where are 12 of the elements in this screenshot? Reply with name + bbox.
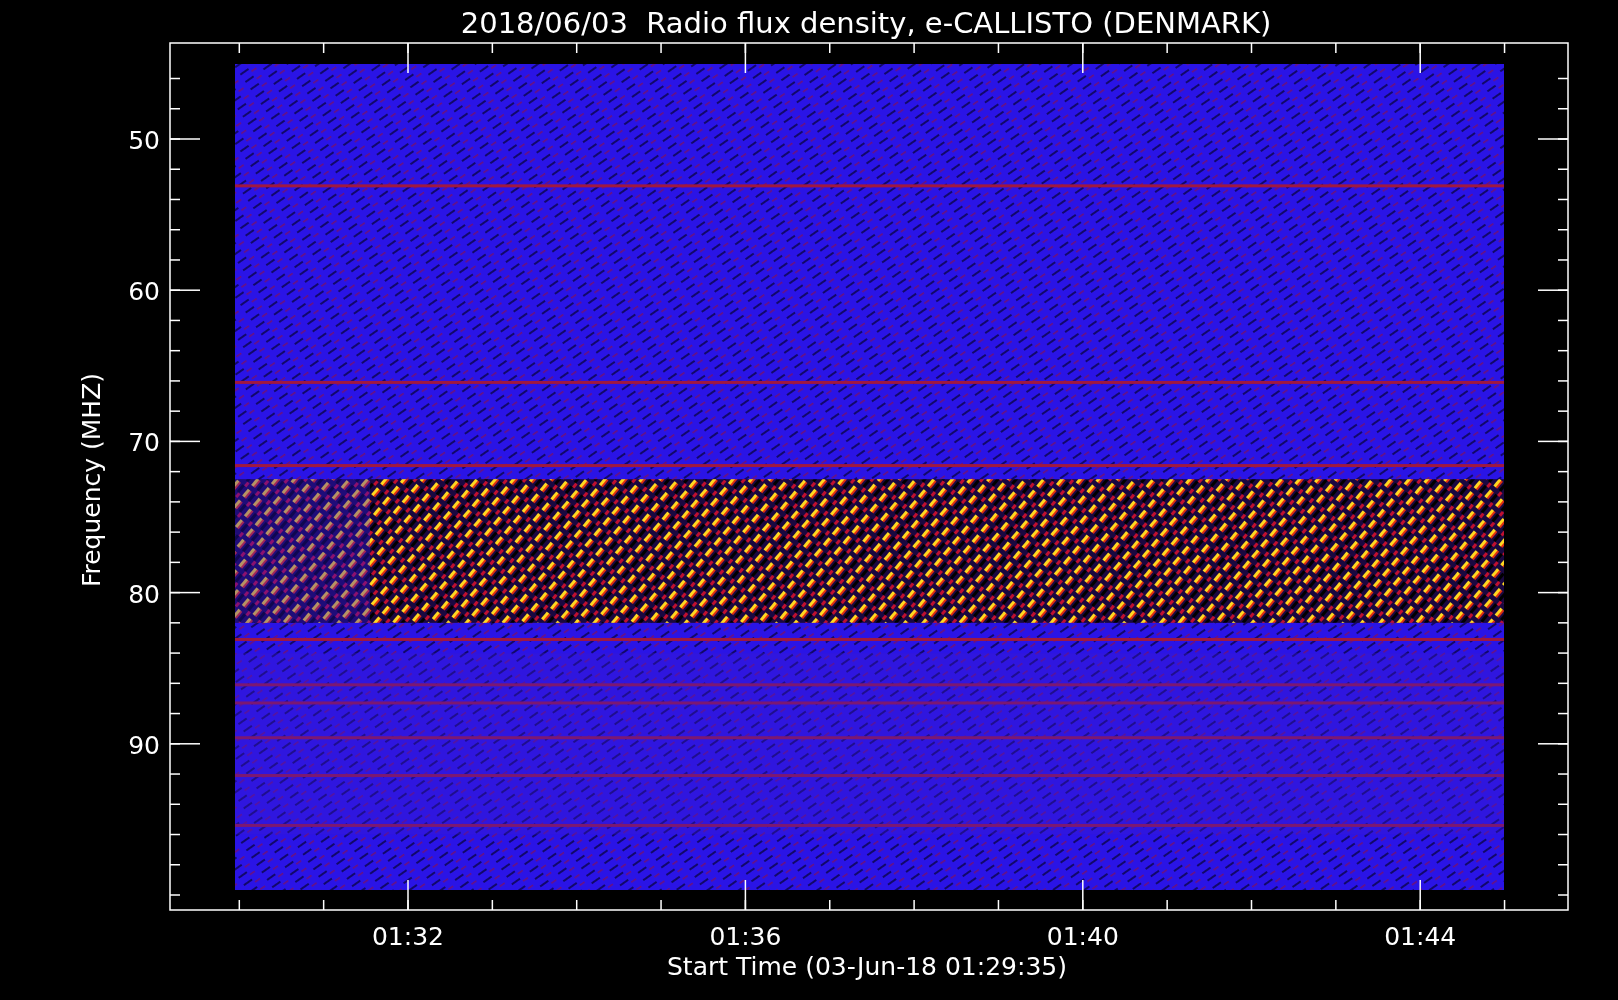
y-tick-label: 80 [128,579,160,609]
y-tick-label: 60 [128,277,160,307]
x-tick-label: 01:40 [1046,922,1119,951]
chart-title: 2018/06/03 Radio flux density, e-CALLISTO (DENMARK) [460,6,1272,40]
x-tick-label: 01:36 [709,922,782,951]
x-axis-label: Start Time (03-Jun-18 01:29:35) [667,952,1067,981]
y-tick-label: 70 [128,428,160,458]
y-tick-label: 90 [128,730,160,760]
y-axis-label: Frequency (MHZ) [77,372,106,588]
x-tick-label: 01:44 [1384,922,1457,951]
y-tick-label: 50 [128,126,160,155]
x-tick-label: 01:32 [372,922,444,951]
